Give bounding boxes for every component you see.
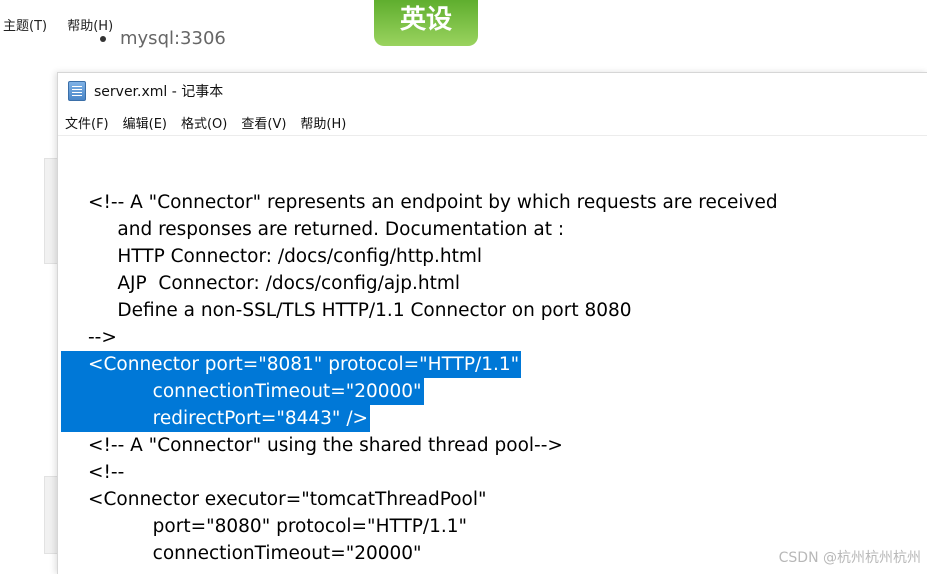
text-editor-area[interactable]: <!-- A "Connector" represents an endpoin… [58, 186, 927, 574]
bg-menu-theme[interactable]: 主题(T) [3, 19, 47, 34]
menu-help[interactable]: 帮助(H) [300, 113, 346, 132]
selected-code-line: <Connector port="8081" protocol="HTTP/1.… [61, 351, 522, 378]
menu-view[interactable]: 查看(V) [241, 113, 286, 132]
code-line: <!-- A "Connector" represents an endpoin… [88, 192, 778, 213]
code-line: HTTP Connector: /docs/config/http.html [88, 246, 483, 267]
notepad-file-icon [68, 81, 86, 101]
code-line: port="8080" protocol="HTTP/1.1" [88, 516, 468, 537]
watermark: CSDN @杭州杭州杭州 [778, 550, 921, 566]
bullet-icon [100, 36, 106, 42]
selected-code-line: redirectPort="8443" /> [61, 405, 371, 432]
code-line: <!-- [88, 462, 125, 483]
notepad-window: server.xml - 记事本 文件(F) 编辑(E) 格式(O) 查看(V)… [57, 72, 927, 574]
code-line: AJP Connector: /docs/config/ajp.html [88, 273, 461, 294]
background-logo: 英设 [374, 0, 478, 46]
menu-edit[interactable]: 编辑(E) [123, 113, 167, 132]
menu-file[interactable]: 文件(F) [65, 113, 109, 132]
code-line: --> [88, 327, 117, 348]
code-line: <Connector executor="tomcatThreadPool" [88, 489, 487, 510]
code-line: Define a non-SSL/TLS HTTP/1.1 Connector … [88, 300, 632, 321]
bullet-text: mysql:3306 [120, 28, 226, 49]
window-title: server.xml - 记事本 [94, 84, 224, 100]
menu-bar: 文件(F) 编辑(E) 格式(O) 查看(V) 帮助(H) [58, 109, 927, 136]
background-bullet-item: mysql:3306 [100, 28, 226, 49]
code-line: <!-- A "Connector" using the shared thre… [88, 435, 563, 456]
code-line: and responses are returned. Documentatio… [88, 219, 565, 240]
menu-format[interactable]: 格式(O) [181, 113, 227, 132]
code-line: connectionTimeout="20000" [88, 543, 422, 564]
title-bar[interactable]: server.xml - 记事本 [58, 73, 927, 109]
selected-code-line: connectionTimeout="20000" [61, 378, 424, 405]
